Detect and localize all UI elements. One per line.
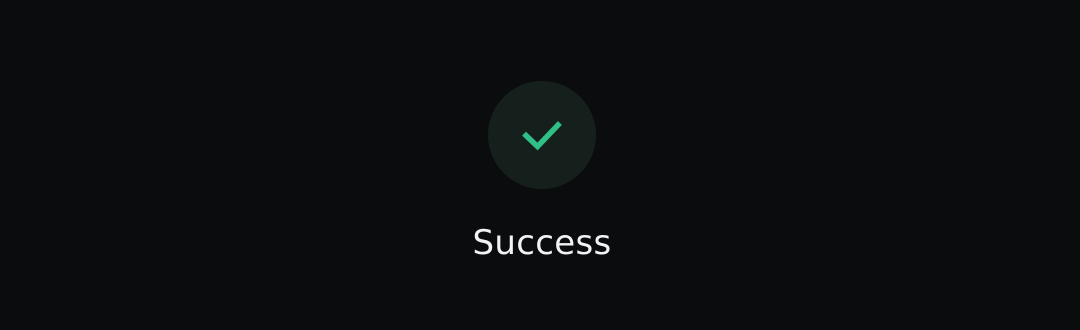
success-badge [488, 81, 596, 189]
success-screen: Success [0, 0, 1080, 330]
checkmark-icon [518, 111, 566, 159]
status-label: Success [472, 223, 612, 263]
